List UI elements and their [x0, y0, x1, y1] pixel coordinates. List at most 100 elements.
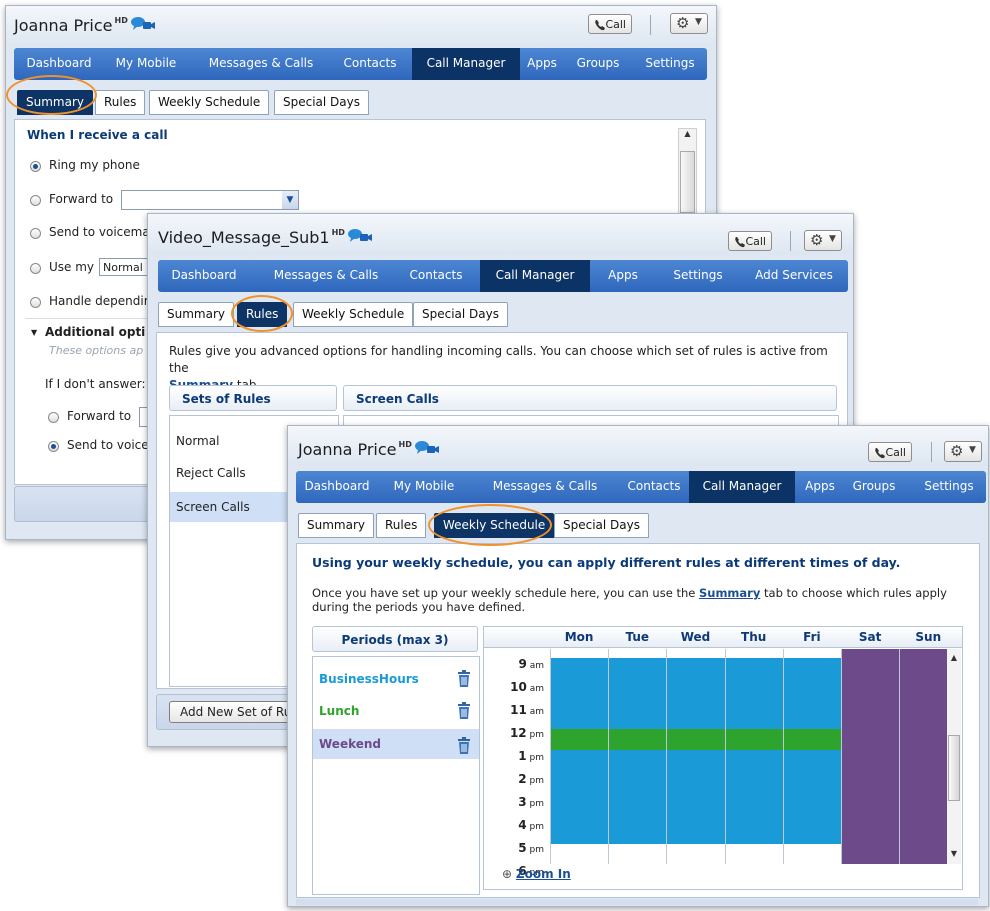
tab-special-days[interactable]: Special Days	[413, 302, 508, 327]
grid-scrollbar[interactable]: ▲ ▼	[947, 649, 961, 864]
call-button[interactable]: Call	[588, 14, 632, 34]
scroll-down-icon[interactable]: ▼	[947, 849, 961, 858]
nav-contacts[interactable]: Contacts	[618, 471, 690, 503]
title-bar: Joanna Price HD Call ⚙ ▼	[6, 6, 716, 46]
nav-apps[interactable]: Apps	[598, 260, 648, 292]
radio-ring-phone[interactable]	[30, 161, 41, 172]
period-lunch[interactable]: Lunch	[317, 699, 475, 723]
scroll-up-icon[interactable]: ▲	[947, 653, 961, 662]
chevron-down-icon: ▼	[829, 234, 836, 244]
tab-special-days[interactable]: Special Days	[554, 513, 649, 538]
title-bar: Video_Message_Sub1 HD Call ⚙ ▼	[148, 214, 853, 254]
tab-summary[interactable]: Summary	[298, 513, 374, 538]
chevron-down-icon: ▼	[282, 191, 298, 209]
grid-divider	[782, 649, 784, 864]
period-weekend[interactable]: Weekend	[313, 729, 479, 759]
settings-menu-button[interactable]: ⚙ ▼	[670, 13, 708, 34]
highlight-summary-tab	[6, 75, 97, 115]
tab-rules[interactable]: Rules	[376, 513, 427, 538]
scrollbar[interactable]: ▲	[678, 128, 697, 220]
hour-label: 5 pm	[518, 841, 544, 855]
title-bar: Joanna Price HD Call ⚙ ▼	[288, 426, 988, 466]
nav-contacts[interactable]: Contacts	[398, 260, 474, 292]
additional-options-heading[interactable]: Additional opti	[45, 325, 145, 339]
nav-settings[interactable]: Settings	[916, 471, 982, 503]
main-nav: Dashboard My Mobile Messages & Calls Con…	[296, 471, 986, 503]
call-button[interactable]: Call	[728, 231, 772, 251]
hour-label: 10 am	[510, 680, 544, 694]
tab-weekly-schedule[interactable]: Weekly Schedule	[293, 302, 414, 327]
nav-dashboard[interactable]: Dashboard	[158, 260, 250, 292]
business-hours-block[interactable]	[550, 658, 841, 729]
video-chat-icon	[347, 228, 373, 248]
chevron-down-icon: ▼	[695, 17, 702, 27]
settings-menu-button[interactable]: ⚙ ▼	[804, 230, 842, 251]
grid-divider	[550, 649, 551, 864]
nav-groups[interactable]: Groups	[844, 471, 904, 503]
tab-weekly-schedule[interactable]: Weekly Schedule	[149, 90, 270, 115]
scroll-thumb[interactable]	[680, 151, 695, 213]
tab-rules[interactable]: Rules	[95, 90, 146, 115]
trash-icon[interactable]	[457, 702, 471, 727]
nav-messages-calls[interactable]: Messages & Calls	[198, 48, 324, 80]
sets-of-rules-header: Sets of Rules	[169, 385, 337, 411]
radio-handle-depending[interactable]	[30, 297, 41, 308]
trash-icon[interactable]	[457, 670, 471, 695]
day-header-thu: Thu	[741, 630, 767, 644]
hour-label: 11 am	[510, 703, 544, 717]
lunch-block[interactable]	[550, 729, 841, 750]
chevron-down-icon: ▼	[969, 445, 976, 455]
summary-link[interactable]: Summary	[699, 586, 760, 600]
tab-special-days[interactable]: Special Days	[274, 90, 369, 115]
hd-badge: HD	[398, 440, 412, 449]
schedule-heading: Using your weekly schedule, you can appl…	[312, 555, 901, 570]
hour-label: 3 pm	[518, 795, 544, 809]
day-header-sat: Sat	[858, 630, 882, 644]
nav-my-mobile[interactable]: My Mobile	[106, 48, 186, 80]
period-business-hours[interactable]: BusinessHours	[317, 667, 475, 691]
business-hours-block[interactable]	[550, 750, 841, 844]
nav-messages-calls[interactable]: Messages & Calls	[262, 260, 390, 292]
day-header-fri: Fri	[803, 630, 821, 644]
nav-messages-calls[interactable]: Messages & Calls	[482, 471, 608, 503]
radio-no-answer-forward[interactable]	[48, 412, 59, 423]
radio-forward[interactable]	[30, 195, 41, 206]
nav-dashboard[interactable]: Dashboard	[296, 471, 378, 503]
radio-no-answer-voicemail[interactable]	[48, 441, 59, 452]
nav-settings[interactable]: Settings	[658, 260, 738, 292]
phone-icon	[875, 448, 885, 459]
zoom-in-link[interactable]: ⊕ Zoom In	[502, 867, 571, 881]
bottom-edge	[296, 899, 978, 905]
nav-settings[interactable]: Settings	[638, 48, 702, 80]
scroll-up-icon[interactable]: ▲	[679, 129, 696, 138]
handle-depending-label: Handle dependir	[49, 294, 149, 308]
nav-groups[interactable]: Groups	[566, 48, 630, 80]
scroll-thumb[interactable]	[948, 735, 960, 801]
radio-use-my[interactable]	[30, 263, 41, 274]
nav-my-mobile[interactable]: My Mobile	[384, 471, 464, 503]
hour-label: 9 am	[518, 657, 544, 671]
nav-apps[interactable]: Apps	[522, 48, 562, 80]
forward-select[interactable]: ▼	[121, 190, 299, 210]
nav-call-manager[interactable]: Call Manager	[689, 471, 795, 503]
grid-divider	[666, 649, 668, 864]
trash-icon[interactable]	[457, 735, 471, 765]
nav-add-services[interactable]: Add Services	[744, 260, 844, 292]
nav-call-manager[interactable]: Call Manager	[480, 260, 590, 292]
receive-call-heading: When I receive a call	[27, 128, 168, 142]
user-name: Joanna Price	[14, 16, 113, 35]
tab-summary[interactable]: Summary	[158, 302, 234, 327]
user-name-row: Video_Message_Sub1 HD	[158, 228, 373, 248]
radio-voicemail[interactable]	[30, 228, 41, 239]
schedule-description: Once you have set up your weekly schedul…	[312, 586, 947, 614]
periods-list: BusinessHours Lunch Weekend	[312, 656, 480, 895]
no-answer-forward-label: Forward to	[67, 409, 132, 423]
caret-down-icon[interactable]: ▼	[31, 328, 37, 337]
settings-menu-button[interactable]: ⚙ ▼	[944, 441, 982, 462]
nav-contacts[interactable]: Contacts	[330, 48, 410, 80]
no-answer-label: If I don't answer:	[45, 377, 146, 391]
nav-call-manager[interactable]: Call Manager	[412, 48, 520, 80]
call-button[interactable]: Call	[868, 442, 912, 462]
nav-apps[interactable]: Apps	[800, 471, 840, 503]
hour-label: 1 pm	[518, 749, 544, 763]
